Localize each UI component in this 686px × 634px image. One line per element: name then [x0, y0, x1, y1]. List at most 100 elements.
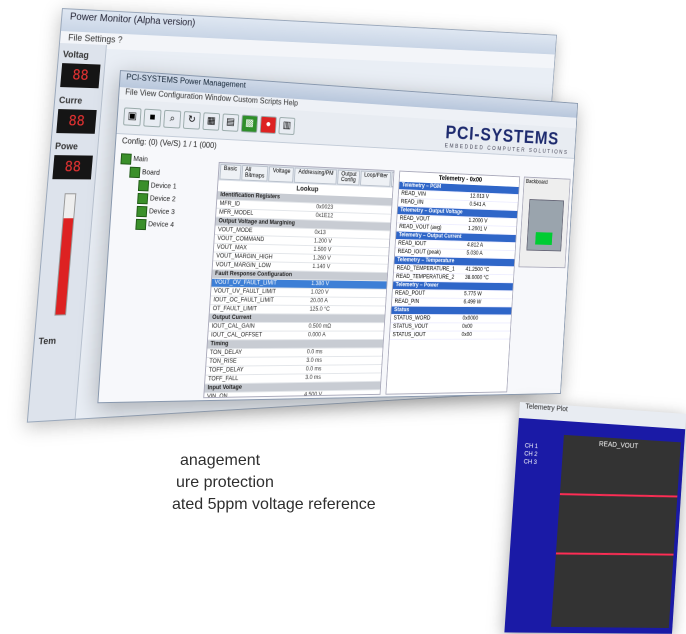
row-name: VIN_ON	[206, 393, 228, 399]
row-value: 0.0 ms	[305, 366, 322, 373]
row-name: STATUS_WORD	[393, 315, 431, 322]
series-line	[560, 489, 681, 502]
search-icon[interactable]: ⌕	[163, 109, 182, 129]
row-value: 20.00 A	[309, 298, 328, 305]
row-value: 41.2500 °C	[465, 267, 490, 273]
power-label: Powe	[54, 141, 79, 152]
tree-item-label: Device 3	[148, 208, 175, 217]
tree-item[interactable]: Device 1	[137, 180, 195, 193]
tab[interactable]: PWM Configuration	[391, 172, 395, 189]
row-value: 6.499 W	[463, 299, 482, 306]
chart-icon[interactable]: ▥	[278, 116, 296, 136]
row-value	[307, 340, 383, 348]
node-icon	[129, 166, 141, 179]
tree-item-label: Device 4	[147, 221, 175, 229]
row-name: IOUT_CAL_OFFSET	[210, 332, 263, 339]
voltage-label: Voltag	[62, 49, 90, 61]
row-name: VOUT_OV_FAULT_LIMIT	[214, 279, 277, 287]
row-value: 125.0 °C	[309, 306, 330, 313]
app-window: PCI-SYSTEMS Power Management File View C…	[97, 70, 579, 404]
row-value: 0.0 ms	[306, 349, 323, 356]
row-name: VOUT_UV_FAULT_LIMIT	[213, 288, 276, 296]
row-name: IOUT_CAL_GAIN	[211, 323, 255, 330]
open-icon[interactable]: ▣	[123, 107, 142, 127]
tab[interactable]: Addressing/PM	[294, 167, 338, 185]
tree-item-label: Device 1	[150, 182, 177, 191]
row-value	[463, 307, 512, 314]
row-value: 38.0000 °C	[464, 275, 489, 282]
node-icon	[137, 192, 149, 205]
row-name: Timing	[210, 341, 229, 348]
row-name: TON_RISE	[209, 358, 237, 365]
row-value	[309, 314, 385, 322]
green-board-icon[interactable]: ▩	[240, 114, 259, 133]
row-value: 0x00	[461, 324, 473, 330]
section-header[interactable]: Output Current	[209, 314, 385, 324]
table-row[interactable]: STATUS_VOUT 0x00	[390, 323, 511, 332]
tree-item[interactable]: Device 3	[136, 205, 193, 219]
row-value	[304, 382, 380, 391]
bullet-line: ated 5ppm voltage reference	[172, 496, 376, 513]
row-value: 5.030 A	[466, 250, 483, 257]
save-icon[interactable]: ■	[143, 108, 162, 128]
telemetry-plot-window: Telemetry Plot CH 1 CH 2 CH 3 READ_VOUT	[504, 402, 686, 634]
grid-icon[interactable]: ▤	[221, 113, 240, 132]
tree-item[interactable]: Device 4	[135, 218, 192, 232]
row-value	[312, 272, 388, 281]
board-image	[526, 199, 565, 252]
table-row[interactable]: STATUS_WORD 0x0000	[390, 314, 511, 324]
tab[interactable]: Loop/Filter	[360, 170, 392, 187]
row-name: TOFF_FALL	[207, 376, 239, 383]
tab[interactable]: All Bitmaps	[240, 164, 269, 182]
tree-item[interactable]: Device 2	[137, 192, 194, 206]
row-name: Telemetry – Power	[395, 282, 439, 289]
row-value: 0.500 mΩ	[308, 323, 332, 330]
row-name: READ_TEMPERATURE_1	[396, 265, 455, 273]
node-icon	[120, 153, 132, 165]
tab[interactable]: Voltage	[268, 166, 295, 183]
temp-label: Tem	[38, 335, 57, 347]
row-value: 5.775 W	[463, 291, 482, 298]
row-name: Output Current	[211, 314, 252, 321]
node-icon	[136, 205, 148, 218]
row-value: 1.260 V	[312, 255, 331, 262]
row-value	[467, 234, 516, 243]
row-value: 1.020 V	[310, 289, 329, 296]
row-value: 4.812 A	[466, 242, 484, 249]
telemetry-panel: Telemetry - 0x00 Telemetry – PGM READ_VIN…	[385, 170, 521, 395]
refresh-icon[interactable]: ↻	[182, 111, 201, 130]
tab[interactable]: Basic	[219, 163, 242, 181]
table-row[interactable]: IOUT_CAL_GAIN 0.500 mΩ	[208, 322, 385, 332]
current-display: 88	[56, 109, 97, 134]
row-name: STATUS_IOUT	[392, 332, 426, 339]
tab[interactable]: Output Config	[337, 169, 361, 186]
plot-legend: CH 1 CH 2 CH 3	[520, 442, 542, 467]
pci-systems-logo: PCI-SYSTEMS EMBEDDED COMPUTER SOLUTIONS	[445, 122, 570, 155]
table-row[interactable]: STATUS_IOUT 0x00	[389, 331, 511, 340]
tree-item-label: Main	[133, 155, 149, 164]
temperature-gauge	[54, 193, 77, 316]
row-value	[466, 258, 515, 266]
stop-icon[interactable]: ●	[259, 115, 277, 134]
board-panel: Backboard	[518, 176, 571, 269]
row-value: 1.2001 V	[467, 226, 488, 233]
plot-area: READ_VOUT	[551, 434, 681, 629]
property-grid: Basic All Bitmaps Voltage Addressing/PM Outp…	[203, 161, 395, 399]
device-tree: Main Board Device 1 Device 2 Device 3 De…	[108, 151, 197, 351]
row-name: Telemetry – Temperature	[396, 257, 455, 265]
row-name: READ_PIN	[394, 299, 420, 305]
row-value: 3.0 ms	[305, 375, 321, 382]
row-name: TON_DELAY	[209, 349, 243, 357]
row-value: 4.500 V	[303, 392, 323, 399]
board-label: Backboard	[525, 179, 548, 186]
tree-item[interactable]: Board	[129, 166, 196, 181]
row-name: TOFF_DELAY	[208, 367, 244, 374]
legend-item[interactable]: CH 3	[520, 458, 541, 467]
row-value	[464, 283, 513, 291]
node-icon	[137, 180, 150, 192]
chip-icon[interactable]: ▦	[202, 112, 221, 131]
tree-item[interactable]: Main	[120, 153, 197, 167]
bullet-line: anagement	[180, 452, 261, 469]
current-label: Curre	[58, 95, 83, 106]
tree-item-label: Device 2	[149, 195, 176, 204]
